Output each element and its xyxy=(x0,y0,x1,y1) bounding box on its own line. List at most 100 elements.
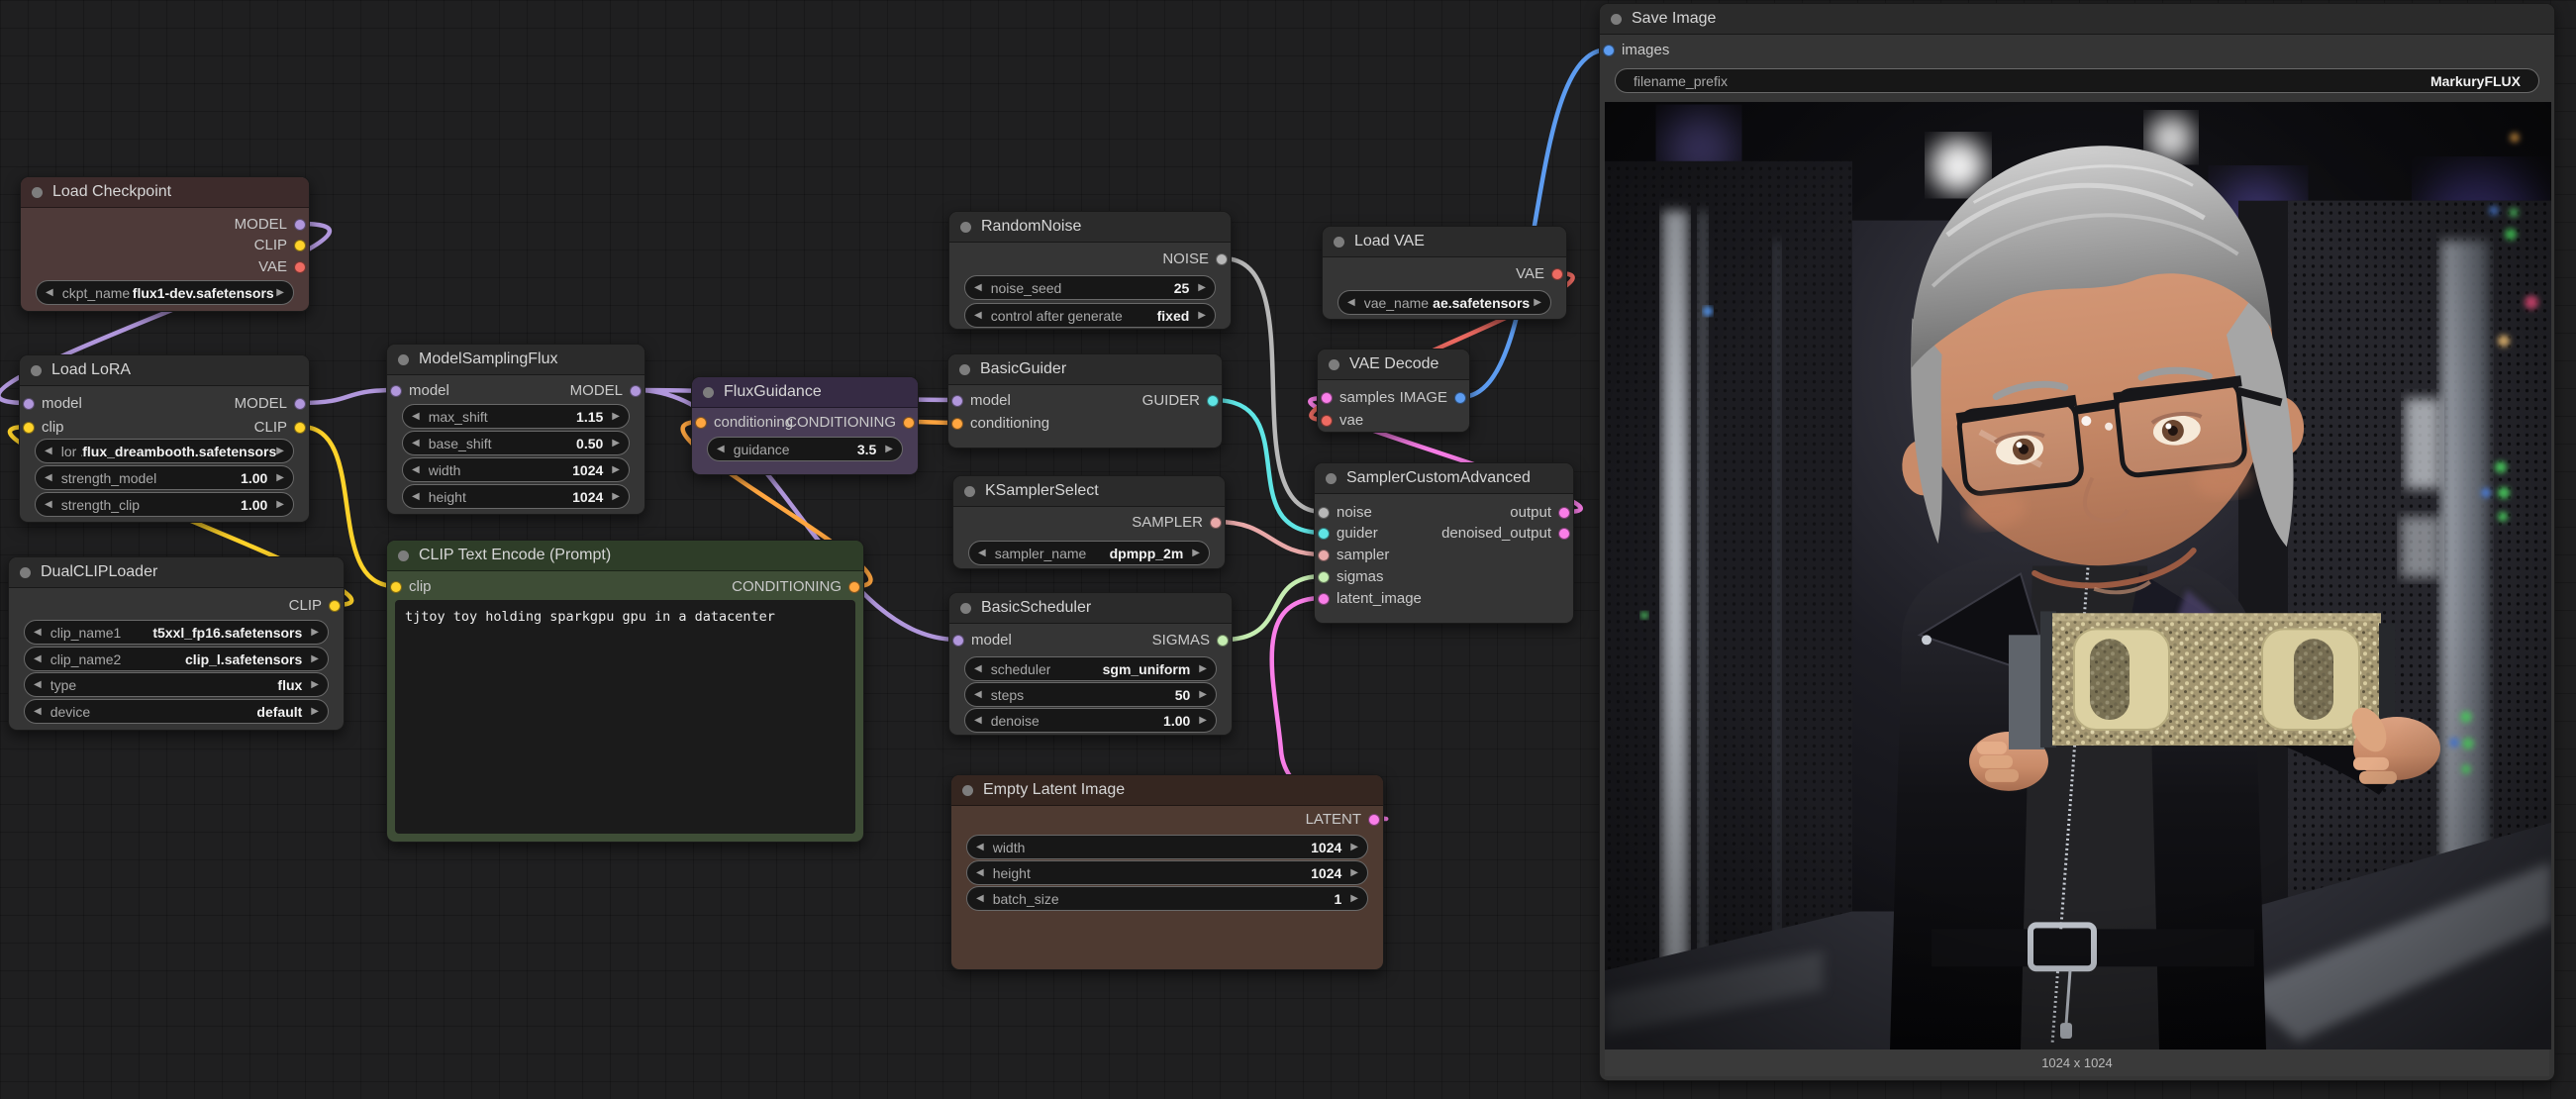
node-header[interactable]: BasicGuider xyxy=(948,354,1222,385)
left-arrow-icon[interactable]: ◀ xyxy=(976,894,984,904)
node-graph-canvas[interactable]: { "icons": { "left_arrow": "◀", "right_a… xyxy=(0,0,2576,1099)
node-header[interactable]: Load VAE xyxy=(1323,227,1566,257)
node-header[interactable]: KSamplerSelect xyxy=(953,476,1225,507)
node-dual-clip-loader[interactable]: DualCLIPLoader CLIP ◀ clip_name1 t5xxl_f… xyxy=(8,556,345,731)
model-input-slot[interactable] xyxy=(952,635,964,647)
node-header[interactable]: VAE Decode xyxy=(1318,350,1469,380)
node-status-dot[interactable] xyxy=(960,222,971,233)
node-header[interactable]: ModelSamplingFlux xyxy=(387,345,644,375)
node-header[interactable]: RandomNoise xyxy=(949,212,1231,243)
right-arrow-icon[interactable]: ▶ xyxy=(276,447,284,456)
right-arrow-icon[interactable]: ▶ xyxy=(1198,311,1206,321)
right-arrow-icon[interactable]: ▶ xyxy=(612,465,620,475)
type-widget[interactable]: ◀ type flux ▶ xyxy=(24,672,329,697)
height-widget[interactable]: ◀ height 1024 ▶ xyxy=(966,860,1368,885)
left-arrow-icon[interactable]: ◀ xyxy=(412,492,420,502)
node-load-checkpoint[interactable]: Load Checkpoint MODEL CLIP VAE ◀ ckpt_na… xyxy=(20,176,310,312)
left-arrow-icon[interactable]: ◀ xyxy=(45,447,52,456)
left-arrow-icon[interactable]: ◀ xyxy=(45,473,52,483)
node-status-dot[interactable] xyxy=(1611,14,1622,25)
node-status-dot[interactable] xyxy=(1334,237,1344,248)
strength-model-widget[interactable]: ◀ strength_model 1.00 ▶ xyxy=(35,465,294,490)
left-arrow-icon[interactable]: ◀ xyxy=(974,311,982,321)
right-arrow-icon[interactable]: ▶ xyxy=(311,707,319,717)
sampler-output-slot[interactable] xyxy=(1210,517,1222,529)
ckpt-name-widget[interactable]: ◀ ckpt_name flux1-dev.safetensors ▶ xyxy=(36,280,294,305)
left-arrow-icon[interactable]: ◀ xyxy=(974,716,982,726)
left-arrow-icon[interactable]: ◀ xyxy=(34,654,42,664)
left-arrow-icon[interactable]: ◀ xyxy=(974,690,982,700)
denoise-widget[interactable]: ◀ denoise 1.00 ▶ xyxy=(964,708,1217,733)
right-arrow-icon[interactable]: ▶ xyxy=(1199,716,1207,726)
strength-clip-widget[interactable]: ◀ strength_clip 1.00 ▶ xyxy=(35,492,294,517)
left-arrow-icon[interactable]: ◀ xyxy=(46,288,53,298)
node-status-dot[interactable] xyxy=(964,486,975,497)
conditioning-input-slot[interactable] xyxy=(695,417,707,429)
node-sampler-custom-advanced[interactable]: SamplerCustomAdvanced noise output guide… xyxy=(1314,462,1574,624)
scheduler-widget[interactable]: ◀ scheduler sgm_uniform ▶ xyxy=(964,656,1217,681)
model-input-slot[interactable] xyxy=(23,398,35,410)
node-save-image[interactable]: Save Image images filename_prefix Markur… xyxy=(1599,3,2555,1081)
node-status-dot[interactable] xyxy=(32,187,43,198)
control-after-generate-widget[interactable]: ◀ control after generate fixed ▶ xyxy=(964,303,1216,328)
sampler-name-widget[interactable]: ◀ sampler_name dpmpp_2m ▶ xyxy=(968,541,1210,565)
node-load-vae[interactable]: Load VAE VAE ◀ vae_name ae.safetensors ▶ xyxy=(1322,226,1567,320)
image-output-slot[interactable] xyxy=(1454,392,1466,404)
noise-output-slot[interactable] xyxy=(1216,253,1228,265)
right-arrow-icon[interactable]: ▶ xyxy=(1199,690,1207,700)
left-arrow-icon[interactable]: ◀ xyxy=(1347,298,1355,308)
denoised-output-slot[interactable] xyxy=(1558,528,1570,540)
node-header[interactable]: Load LoRA xyxy=(20,355,309,386)
left-arrow-icon[interactable]: ◀ xyxy=(412,465,420,475)
base-shift-widget[interactable]: ◀ base_shift 0.50 ▶ xyxy=(402,431,630,455)
samples-input-slot[interactable] xyxy=(1321,392,1333,404)
node-header[interactable]: Save Image xyxy=(1600,4,2554,35)
latent-image-input-slot[interactable] xyxy=(1318,593,1330,605)
model-output-slot[interactable] xyxy=(294,398,306,410)
node-status-dot[interactable] xyxy=(398,550,409,561)
right-arrow-icon[interactable]: ▶ xyxy=(311,628,319,638)
left-arrow-icon[interactable]: ◀ xyxy=(34,680,42,690)
node-header[interactable]: SamplerCustomAdvanced xyxy=(1315,463,1573,494)
right-arrow-icon[interactable]: ▶ xyxy=(311,654,319,664)
vae-output-slot[interactable] xyxy=(294,261,306,273)
sigmas-input-slot[interactable] xyxy=(1318,571,1330,583)
clip-name1-widget[interactable]: ◀ clip_name1 t5xxl_fp16.safetensors ▶ xyxy=(24,620,329,645)
node-status-dot[interactable] xyxy=(1326,473,1337,484)
sigmas-output-slot[interactable] xyxy=(1217,635,1229,647)
prompt-textarea[interactable]: tjtoy toy holding sparkgpu gpu in a data… xyxy=(395,600,855,834)
left-arrow-icon[interactable]: ◀ xyxy=(978,549,986,558)
right-arrow-icon[interactable]: ▶ xyxy=(612,439,620,449)
node-status-dot[interactable] xyxy=(20,567,31,578)
right-arrow-icon[interactable]: ▶ xyxy=(885,445,893,454)
node-random-noise[interactable]: RandomNoise NOISE ◀ noise_seed 25 ▶ ◀ co… xyxy=(948,211,1232,330)
right-arrow-icon[interactable]: ▶ xyxy=(1198,283,1206,293)
node-header[interactable]: FluxGuidance xyxy=(692,377,918,408)
node-header[interactable]: CLIP Text Encode (Prompt) xyxy=(387,541,863,571)
conditioning-input-slot[interactable] xyxy=(951,418,963,430)
node-load-lora[interactable]: Load LoRA model MODEL clip CLIP ◀ lor ..… xyxy=(19,354,310,523)
right-arrow-icon[interactable]: ▶ xyxy=(1192,549,1200,558)
images-input-slot[interactable] xyxy=(1603,45,1615,56)
node-status-dot[interactable] xyxy=(1329,359,1339,370)
model-output-slot[interactable] xyxy=(630,385,642,397)
vae-input-slot[interactable] xyxy=(1321,415,1333,427)
right-arrow-icon[interactable]: ▶ xyxy=(276,500,284,510)
node-model-sampling-flux[interactable]: ModelSamplingFlux model MODEL ◀ max_shif… xyxy=(386,344,645,515)
max-shift-widget[interactable]: ◀ max_shift 1.15 ▶ xyxy=(402,404,630,429)
node-status-dot[interactable] xyxy=(703,387,714,398)
height-widget[interactable]: ◀ height 1024 ▶ xyxy=(402,484,630,509)
node-ksampler-select[interactable]: KSamplerSelect SAMPLER ◀ sampler_name dp… xyxy=(952,475,1226,569)
filename-prefix-widget[interactable]: filename_prefix MarkuryFLUX xyxy=(1615,68,2539,93)
right-arrow-icon[interactable]: ▶ xyxy=(311,680,319,690)
guider-output-slot[interactable] xyxy=(1207,395,1219,407)
left-arrow-icon[interactable]: ◀ xyxy=(34,628,42,638)
lora-name-widget[interactable]: ◀ lor ... flux_dreambooth.safetensors ▶ xyxy=(35,439,294,463)
right-arrow-icon[interactable]: ▶ xyxy=(1534,298,1541,308)
left-arrow-icon[interactable]: ◀ xyxy=(974,664,982,674)
clip-output-slot[interactable] xyxy=(329,600,341,612)
clip-input-slot[interactable] xyxy=(390,581,402,593)
conditioning-output-slot[interactable] xyxy=(848,581,860,593)
clip-name2-widget[interactable]: ◀ clip_name2 clip_l.safetensors ▶ xyxy=(24,647,329,671)
output-slot[interactable] xyxy=(1558,507,1570,519)
